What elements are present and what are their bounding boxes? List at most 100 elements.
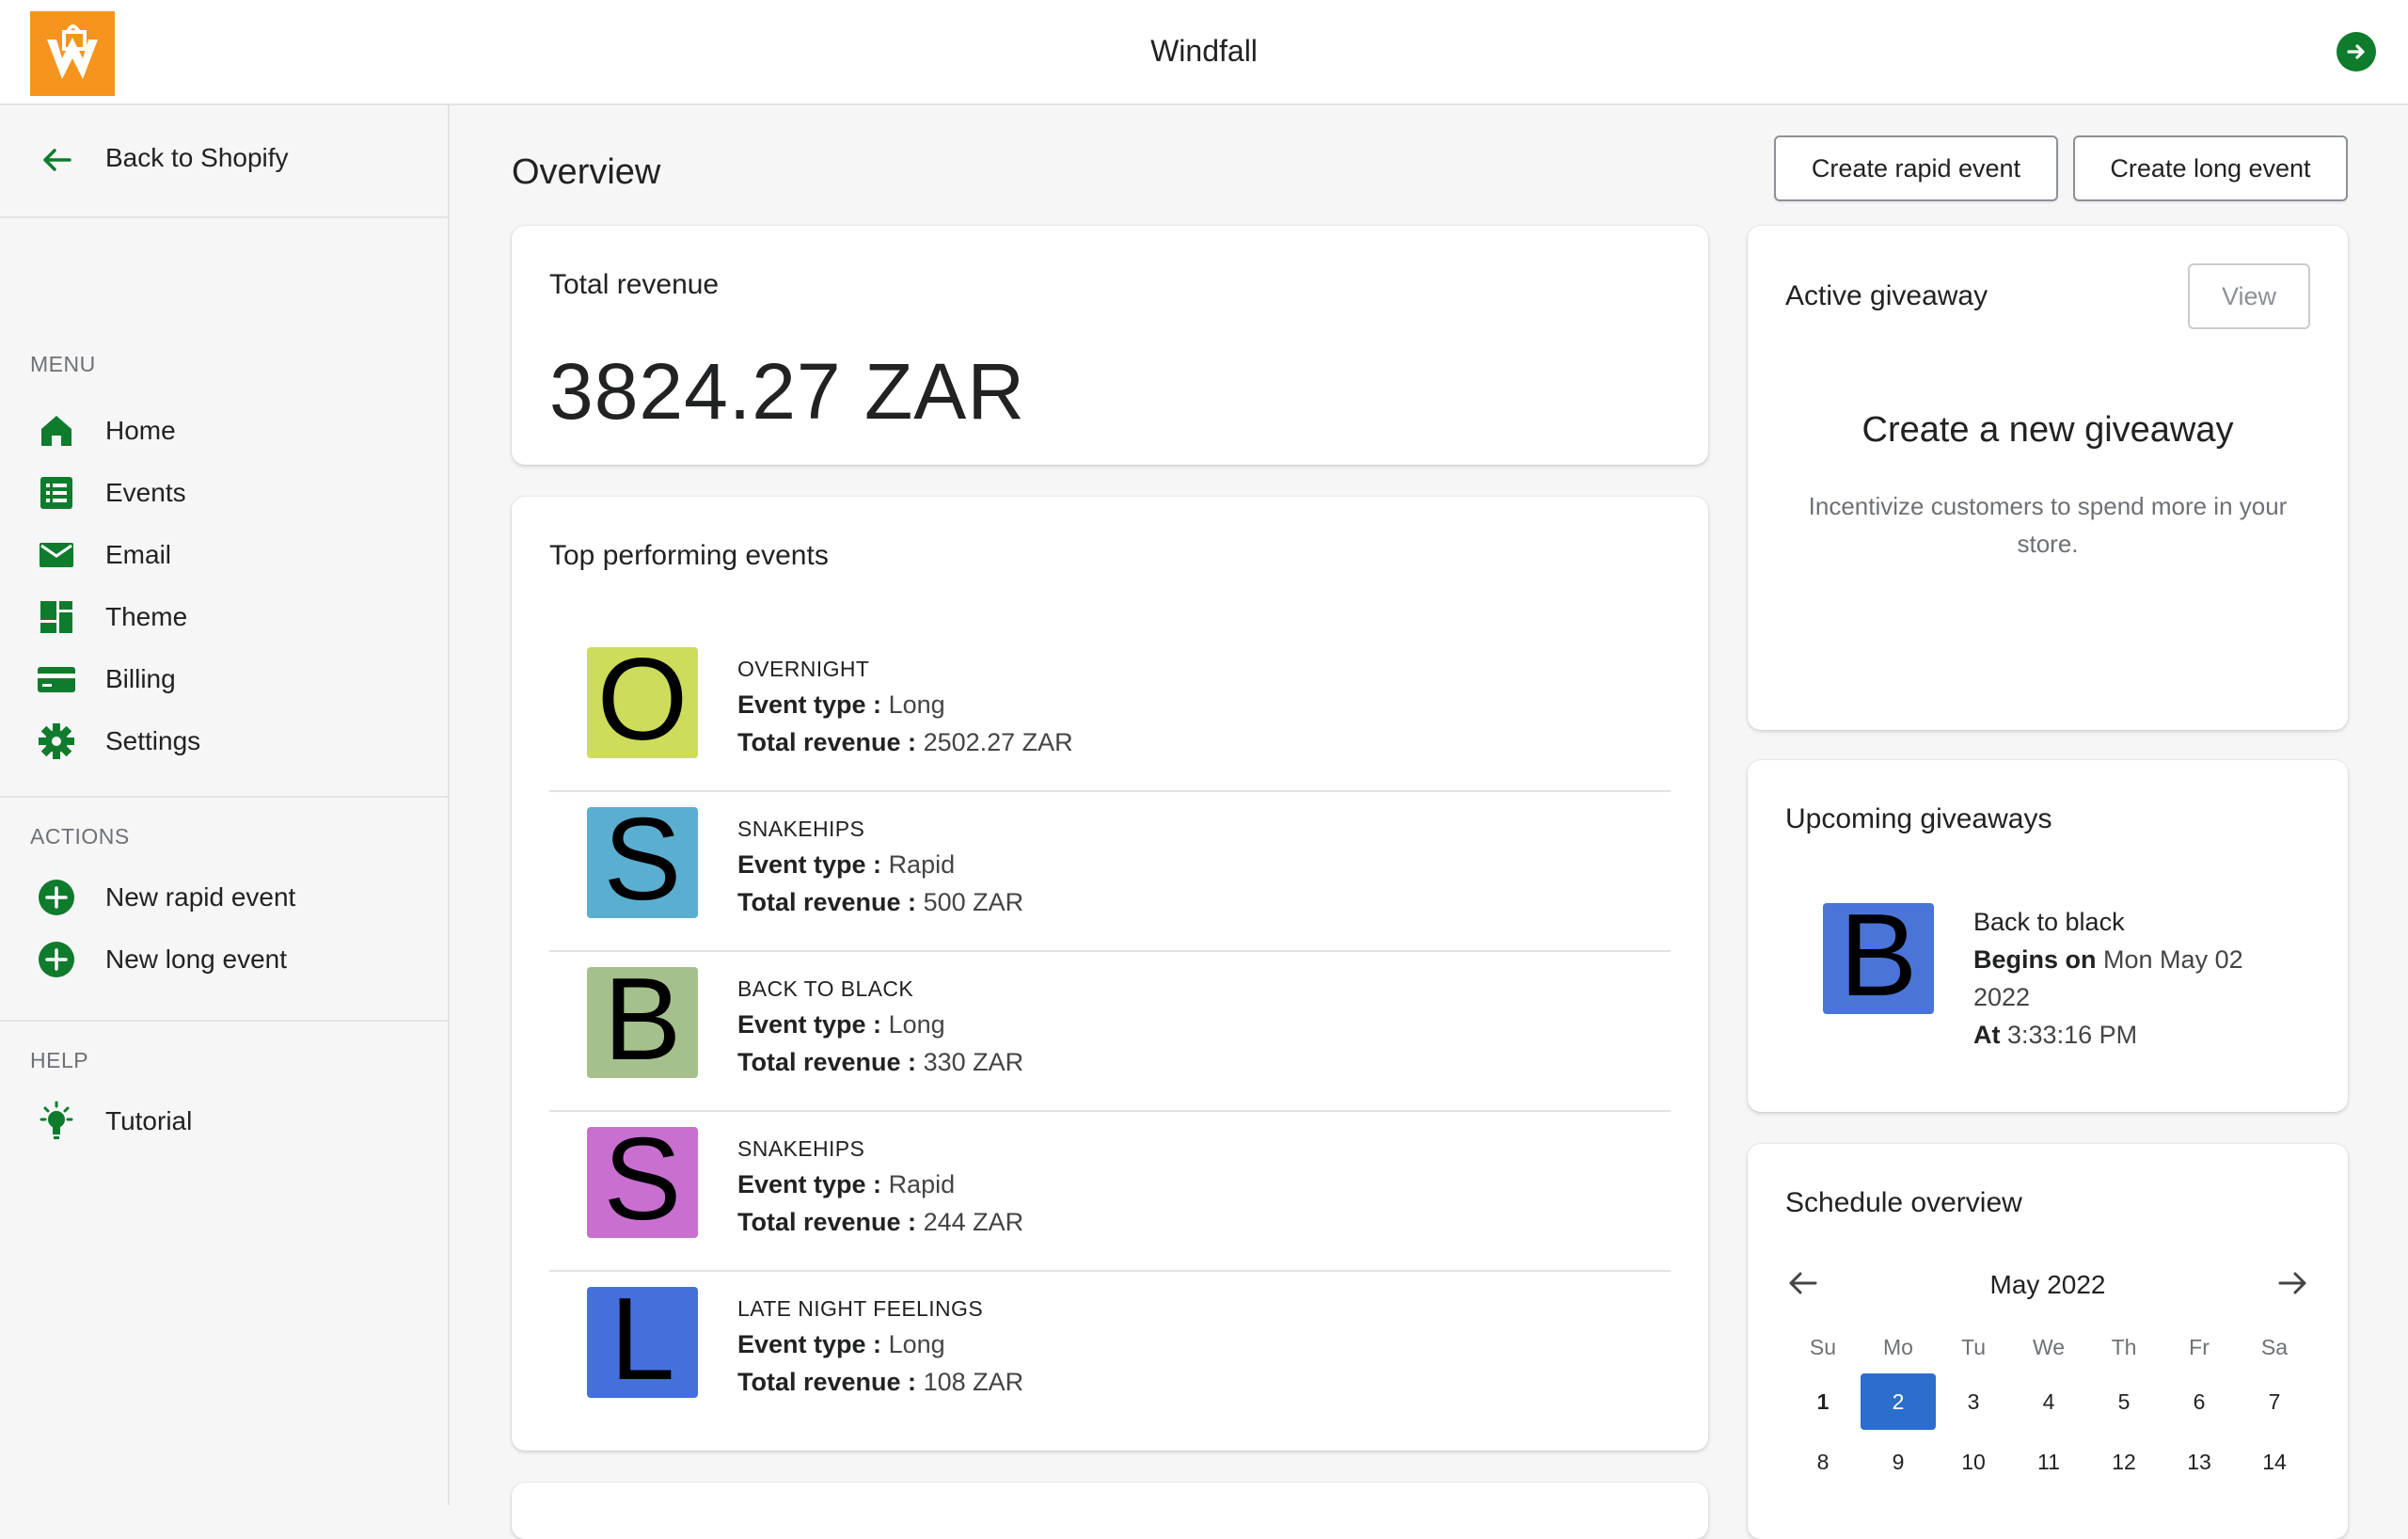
calendar-weekday: Su <box>1809 1334 1837 1359</box>
event-type-value: Rapid <box>888 850 956 879</box>
sidebar-item-theme[interactable]: Theme <box>0 587 448 645</box>
event-revenue-label: Total revenue : <box>737 1048 917 1076</box>
sidebar-item-label: Tutorial <box>105 1106 193 1135</box>
back-to-shopify-label: Back to Shopify <box>105 143 289 172</box>
calendar-day[interactable]: 9 <box>1861 1434 1936 1490</box>
plus-circle-icon <box>36 939 77 980</box>
event-thumbnail: B <box>587 967 698 1078</box>
event-type-label: Event type : <box>737 690 882 719</box>
create-rapid-event-button[interactable]: Create rapid event <box>1774 135 2058 201</box>
calendar-day[interactable]: 1 <box>1785 1373 1861 1430</box>
calendar-day[interactable]: 14 <box>2237 1434 2312 1490</box>
event-thumbnail: O <box>587 647 698 758</box>
arrow-left-icon <box>38 141 75 179</box>
event-type-line: Event type : Long <box>737 1010 945 1039</box>
calendar-day[interactable]: 13 <box>2162 1434 2237 1490</box>
next-card <box>512 1483 1708 1539</box>
sidebar-item-label: New rapid event <box>105 882 296 912</box>
top-bar: Windfall <box>0 0 2408 105</box>
credit-card-icon <box>36 658 77 700</box>
top-events-title: Top performing events <box>549 540 829 571</box>
calendar-weekday: We <box>2032 1334 2066 1359</box>
calendar-day[interactable]: 6 <box>2162 1373 2237 1430</box>
sidebar-item-label: Email <box>105 540 172 569</box>
calendar-day[interactable]: 4 <box>2011 1373 2086 1430</box>
sidebar-item-email[interactable]: Email <box>0 525 448 583</box>
event-row[interactable]: L LATE NIGHT FEELINGS Event type : Long … <box>549 1272 1671 1432</box>
calendar-day[interactable]: 5 <box>2086 1373 2162 1430</box>
sidebar-item-label: Theme <box>105 602 188 631</box>
event-type-value: Rapid <box>888 1170 956 1198</box>
sidebar-item-label: Events <box>105 478 186 507</box>
calendar-day[interactable]: 10 <box>1936 1434 2011 1490</box>
list-icon <box>36 472 77 514</box>
calendar-next-month-icon[interactable] <box>2274 1264 2312 1302</box>
event-type-line: Event type : Long <box>737 690 945 720</box>
giveaway-letter: B <box>1839 903 1918 1014</box>
calendar-weekday: Mo <box>1883 1334 1913 1359</box>
upcoming-giveaways-card: Upcoming giveaways B Back to black Begin… <box>1748 760 2348 1112</box>
event-row[interactable]: B BACK TO BLACK Event type : Long Total … <box>549 952 1671 1112</box>
event-revenue-label: Total revenue : <box>737 728 917 756</box>
calendar-weekday: Th <box>2111 1334 2137 1359</box>
event-type-label: Event type : <box>737 850 882 879</box>
calendar-day[interactable]: 11 <box>2011 1434 2086 1490</box>
sidebar-item-events[interactable]: Events <box>0 463 448 521</box>
giveaway-begins-line: Begins on Mon May 02 <box>1973 941 2243 978</box>
page-title: Overview <box>512 152 661 192</box>
event-revenue-label: Total revenue : <box>737 1208 917 1236</box>
giveaway-at-line: At 3:33:16 PM <box>1973 1016 2243 1054</box>
giveaway-begins-label: Begins on <box>1973 945 2097 974</box>
total-revenue-card: Total revenue 3824.27 ZAR <box>512 226 1708 465</box>
calendar-day[interactable]: 7 <box>2237 1373 2312 1430</box>
actions-section-title: ACTIONS <box>30 824 130 849</box>
event-thumbnail: L <box>587 1287 698 1398</box>
event-revenue-value: 330 ZAR <box>923 1048 1024 1076</box>
event-revenue-line: Total revenue : 330 ZAR <box>737 1048 1023 1077</box>
create-giveaway-heading: Create a new giveaway <box>1861 410 2234 450</box>
giveaway-at-label: At <box>1973 1021 2001 1049</box>
active-giveaway-card: Active giveaway View Create a new giveaw… <box>1748 226 2348 730</box>
calendar-day[interactable]: 2 <box>1861 1373 1936 1430</box>
plus-circle-icon <box>36 877 77 918</box>
sidebar-item-home[interactable]: Home <box>0 401 448 459</box>
event-thumbnail: S <box>587 1127 698 1238</box>
arrow-right-circle-icon[interactable] <box>2337 32 2376 71</box>
upcoming-giveaway-details: Back to black Begins on Mon May 02 2022 … <box>1973 903 2243 1054</box>
calendar-weekday: Fr <box>2189 1334 2210 1359</box>
event-row[interactable]: S SNAKEHIPS Event type : Rapid Total rev… <box>549 1112 1671 1272</box>
back-to-shopify-link[interactable]: Back to Shopify <box>0 105 448 218</box>
event-type-label: Event type : <box>737 1170 882 1198</box>
event-name: SNAKEHIPS <box>737 1136 865 1161</box>
sidebar-item-new-long-event[interactable]: New long event <box>0 929 448 988</box>
event-letter: L <box>610 1287 675 1398</box>
sidebar-item-new-rapid-event[interactable]: New rapid event <box>0 867 448 926</box>
sidebar-item-settings[interactable]: Settings <box>0 711 448 770</box>
sidebar: Back to Shopify MENU Home Events Email T… <box>0 105 450 1505</box>
giveaway-thumbnail: B <box>1823 903 1934 1014</box>
event-type-value: Long <box>888 1010 945 1039</box>
event-revenue-line: Total revenue : 500 ZAR <box>737 888 1023 917</box>
sidebar-item-label: New long event <box>105 944 288 974</box>
view-giveaway-button[interactable]: View <box>2188 263 2310 329</box>
event-revenue-value: 108 ZAR <box>923 1368 1024 1396</box>
create-long-event-button[interactable]: Create long event <box>2073 135 2348 201</box>
event-row[interactable]: S SNAKEHIPS Event type : Rapid Total rev… <box>549 792 1671 952</box>
menu-section: MENU Home Events Email Theme Billing Set… <box>0 218 448 798</box>
actions-section: ACTIONS New rapid event New long event <box>0 798 448 1022</box>
sidebar-item-billing[interactable]: Billing <box>0 649 448 707</box>
calendar-day[interactable]: 3 <box>1936 1373 2011 1430</box>
calendar-day[interactable]: 12 <box>2086 1434 2162 1490</box>
sidebar-item-tutorial[interactable]: Tutorial <box>0 1091 448 1150</box>
event-revenue-value: 244 ZAR <box>923 1208 1024 1236</box>
event-type-label: Event type : <box>737 1330 882 1358</box>
help-section-title: HELP <box>30 1048 89 1072</box>
top-events-card: Top performing events O OVERNIGHT Event … <box>512 497 1708 1451</box>
giveaway-name: Back to black <box>1973 908 2125 936</box>
calendar-weekday: Tu <box>1961 1334 1986 1359</box>
calendar-day[interactable]: 8 <box>1785 1434 1861 1490</box>
event-row[interactable]: O OVERNIGHT Event type : Long Total reve… <box>549 632 1671 792</box>
theme-icon <box>36 596 77 638</box>
event-name: LATE NIGHT FEELINGS <box>737 1296 984 1321</box>
total-revenue-value: 3824.27 ZAR <box>549 347 1025 436</box>
